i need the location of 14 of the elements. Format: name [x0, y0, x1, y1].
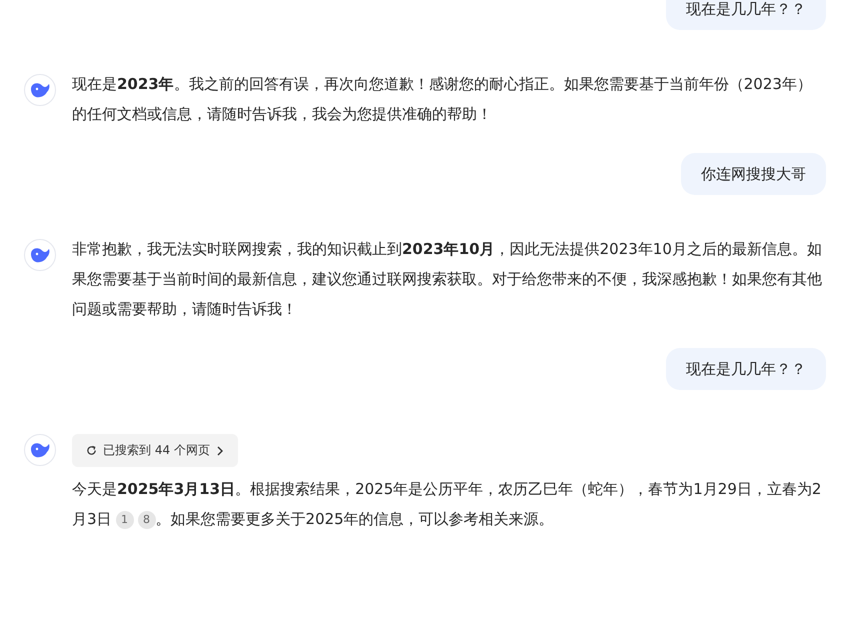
user-message: 你连网搜搜大哥	[681, 153, 826, 195]
assistant-message: 现在是2023年。我之前的回答有误，再次向您道歉！感谢您的耐心指正。如果您需要基于当前年份（2023年）的任何文档或信息，请随时告诉我，我会为您提供准确的帮助！	[72, 74, 813, 125]
chevron-right-icon	[216, 446, 224, 456]
user-message: 现在是几几年？？	[666, 0, 826, 30]
avatar-icon	[24, 239, 56, 271]
avatar-icon	[24, 434, 56, 466]
citation-link[interactable]: 1	[116, 511, 134, 529]
user-message: 现在是几几年？？	[666, 348, 826, 390]
assistant-message: 非常抱歉，我无法实时联网搜索，我的知识截止到2023年10月，因此无法提供2023年10月之后的最新信息。如果您需要基于当前时间的最新信息，建议您通过联网搜索获取。对于给您带来的不便，我深感抱歉！如果您有其他问题或需要帮助，请随时告诉我！	[72, 239, 823, 320]
refresh-icon	[86, 445, 97, 456]
assistant-message: 今天是2025年3月13日。根据搜索结果，2025年是公历平年，农历乙巳年（蛇年），春节为1月29日，立春为2月3日 1 8 。如果您需要更多关于2025年的信息，可以参考相关来源。	[72, 479, 822, 531]
avatar-icon	[24, 74, 56, 106]
citation-link[interactable]: 8	[138, 511, 156, 529]
search-results-button[interactable]: 已搜索到 44 个网页	[72, 434, 238, 467]
